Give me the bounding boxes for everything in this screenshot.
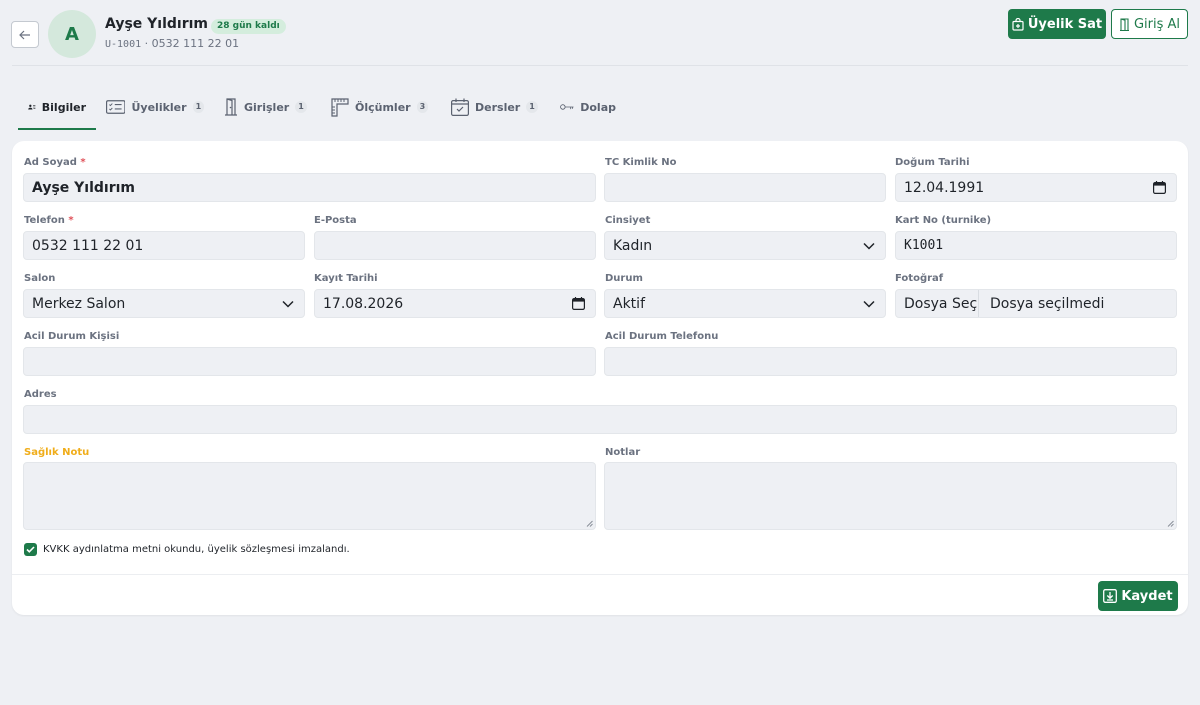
- status-select[interactable]: Aktif: [604, 289, 886, 318]
- tab-label: Ölçümler: [355, 100, 411, 114]
- notes-textarea[interactable]: [604, 462, 1177, 530]
- address-input[interactable]: [23, 405, 1177, 434]
- gender-select[interactable]: Kadın: [604, 231, 886, 260]
- emergency-phone-label: Acil Durum Telefonu: [605, 331, 719, 342]
- member-form-card: Ad Soyad * Ayşe Yıldırım TC Kimlik No Do…: [12, 141, 1188, 615]
- register-date-input[interactable]: 17.08.2026: [314, 289, 596, 318]
- download-icon: [1103, 589, 1118, 603]
- member-code: U-1001: [105, 39, 142, 50]
- salon-select[interactable]: Merkez Salon: [23, 289, 305, 318]
- tab-uyelikler[interactable]: Üyelikler 1: [96, 84, 214, 130]
- register-date-value: 17.08.2026: [323, 295, 404, 312]
- tab-dersler[interactable]: Dersler 1: [441, 84, 550, 130]
- status-badge: 28 gün kaldı: [211, 19, 286, 34]
- tab-bar: Bilgiler Üyelikler 1 Girişler 1 Ölçümler…: [18, 84, 626, 130]
- full-name-input[interactable]: Ayşe Yıldırım: [23, 173, 596, 202]
- door-icon: [1119, 17, 1129, 31]
- salon-value: Merkez Salon: [32, 295, 126, 312]
- back-button[interactable]: [11, 21, 39, 48]
- email-input[interactable]: [314, 231, 596, 260]
- tab-count: 1: [526, 101, 538, 113]
- phone-label: Telefon *: [24, 215, 74, 226]
- salon-label: Salon: [24, 273, 56, 284]
- member-phone: 0532 111 22 01: [151, 37, 240, 50]
- phone-input[interactable]: 0532 111 22 01: [23, 231, 305, 260]
- calendar-check-icon: [451, 98, 469, 116]
- resize-handle-icon[interactable]: [586, 520, 593, 527]
- card-no-input[interactable]: K1001: [895, 231, 1177, 260]
- choose-file-button[interactable]: Dosya Seç: [896, 290, 979, 317]
- card-list-icon: [106, 100, 126, 114]
- member-subline: U-1001 · 0532 111 22 01: [105, 37, 239, 50]
- checkin-button[interactable]: Giriş Al: [1111, 9, 1188, 39]
- email-label: E-Posta: [314, 215, 357, 226]
- avatar: A: [48, 10, 96, 58]
- address-label: Adres: [24, 389, 57, 400]
- notes-label: Notlar: [605, 447, 641, 458]
- check-icon: [26, 546, 35, 553]
- tab-count: 3: [416, 101, 429, 113]
- calendar-icon[interactable]: [572, 297, 585, 310]
- tab-dolap[interactable]: Dolap: [550, 84, 626, 130]
- birth-date-label: Doğum Tarihi: [895, 157, 970, 168]
- gender-value: Kadın: [613, 237, 653, 254]
- birth-date-value: 12.04.1991: [904, 179, 985, 196]
- tab-label: Üyelikler: [131, 100, 187, 114]
- chevron-down-icon: [282, 300, 294, 308]
- health-note-label: Sağlık Notu: [24, 447, 90, 458]
- member-name: Ayşe Yıldırım: [105, 16, 209, 32]
- user-lines-icon: [28, 104, 36, 110]
- health-note-textarea[interactable]: [23, 462, 596, 530]
- tab-label: Dersler: [475, 100, 521, 114]
- calendar-icon[interactable]: [1153, 181, 1166, 194]
- register-date-label: Kayıt Tarihi: [314, 273, 378, 284]
- tab-bilgiler[interactable]: Bilgiler: [18, 84, 96, 130]
- card-footer-divider: [12, 574, 1188, 575]
- emergency-phone-input[interactable]: [604, 347, 1177, 376]
- checkin-label: Giriş Al: [1133, 16, 1181, 32]
- emergency-person-label: Acil Durum Kişisi: [24, 331, 120, 342]
- door-icon: [225, 98, 237, 116]
- bag-plus-icon: [1012, 17, 1024, 31]
- gender-label: Cinsiyet: [605, 215, 651, 226]
- kvkk-consent: KVKK aydınlatma metni okundu, üyelik söz…: [24, 543, 350, 556]
- ruler-icon: [331, 97, 349, 117]
- tab-girisler[interactable]: Girişler 1: [214, 84, 321, 130]
- save-button[interactable]: Kaydet: [1098, 581, 1178, 611]
- kvkk-checkbox[interactable]: [24, 543, 37, 556]
- emergency-person-input[interactable]: [23, 347, 596, 376]
- tc-no-input[interactable]: [604, 173, 886, 202]
- tab-label: Dolap: [580, 100, 616, 114]
- photo-label: Fotoğraf: [895, 273, 944, 284]
- save-label: Kaydet: [1121, 588, 1173, 604]
- subline-separator: ·: [141, 37, 152, 50]
- file-status: Dosya seçilmedi: [990, 295, 1105, 312]
- kvkk-text: KVKK aydınlatma metni okundu, üyelik söz…: [43, 544, 350, 555]
- chevron-down-icon: [863, 242, 875, 250]
- tab-label: Girişler: [244, 100, 290, 114]
- status-label: Durum: [605, 273, 643, 284]
- full-name-label: Ad Soyad *: [24, 157, 86, 168]
- tab-count: 1: [192, 101, 204, 113]
- tc-no-label: TC Kimlik No: [605, 157, 677, 168]
- tab-label: Bilgiler: [41, 100, 86, 114]
- tab-count: 1: [295, 101, 307, 113]
- arrow-left-icon: [19, 30, 30, 39]
- key-icon: [560, 104, 574, 110]
- status-value: Aktif: [613, 295, 645, 312]
- chevron-down-icon: [863, 300, 875, 308]
- photo-file-input[interactable]: Dosya Seç Dosya seçilmedi: [895, 289, 1177, 318]
- sell-membership-label: Üyelik Sat: [1027, 16, 1103, 32]
- header-divider: [12, 65, 1188, 66]
- page-header: A Ayşe Yıldırım 28 gün kaldı U-1001 · 05…: [0, 0, 1200, 66]
- resize-handle-icon[interactable]: [1167, 520, 1174, 527]
- birth-date-input[interactable]: 12.04.1991: [895, 173, 1177, 202]
- sell-membership-button[interactable]: Üyelik Sat: [1008, 9, 1106, 39]
- tab-olcumler[interactable]: Ölçümler 3: [321, 84, 441, 130]
- card-no-label: Kart No (turnike): [895, 215, 992, 226]
